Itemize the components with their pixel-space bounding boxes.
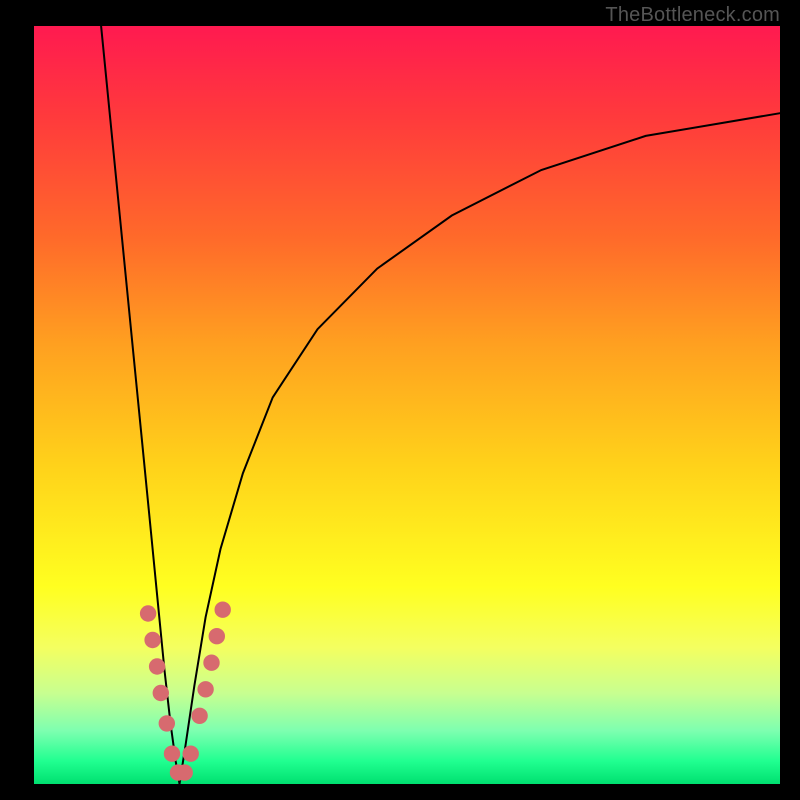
data-dot xyxy=(215,602,231,618)
data-dot xyxy=(164,746,180,762)
data-dot xyxy=(149,658,165,674)
data-dot xyxy=(203,655,219,671)
data-dot xyxy=(159,715,175,731)
data-dot xyxy=(183,746,199,762)
data-dot xyxy=(153,685,169,701)
data-dot xyxy=(209,628,225,644)
data-dot xyxy=(140,605,156,621)
curve-left-curve xyxy=(101,26,179,784)
data-dot xyxy=(191,708,207,724)
data-dot xyxy=(177,764,193,780)
data-dot xyxy=(144,632,160,648)
chart-frame: TheBottleneck.com xyxy=(0,0,800,800)
curve-right-curve xyxy=(180,113,781,784)
watermark-text: TheBottleneck.com xyxy=(605,4,780,27)
data-dot xyxy=(197,681,213,697)
chart-svg xyxy=(0,0,800,800)
